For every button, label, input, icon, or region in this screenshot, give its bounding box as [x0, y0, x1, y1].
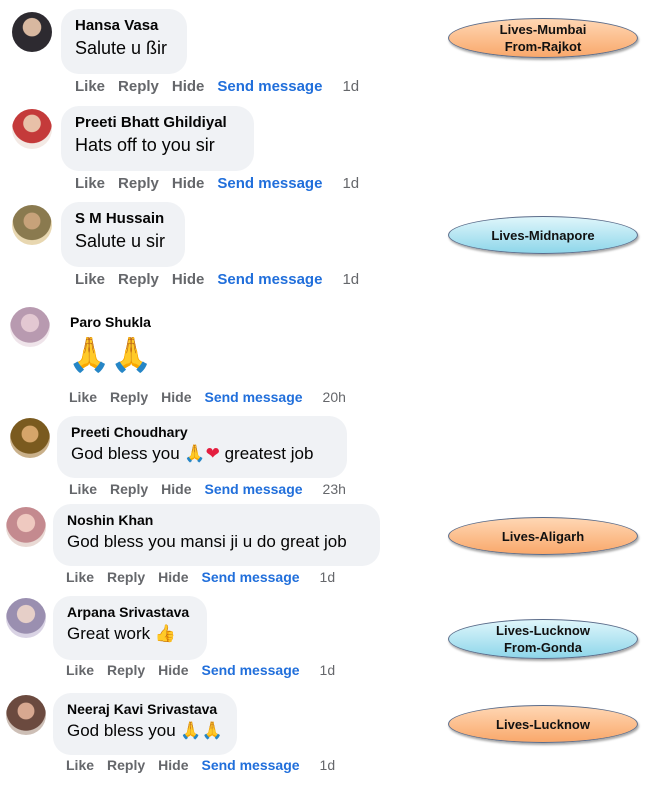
location-tag-line2: From-Rajkot: [504, 39, 582, 54]
avatar[interactable]: [12, 109, 52, 149]
hide-button[interactable]: Hide: [172, 78, 205, 95]
avatar[interactable]: [10, 307, 50, 347]
avatar[interactable]: [12, 12, 52, 52]
comment-author[interactable]: Arpana Srivastava: [67, 604, 193, 620]
comment-author[interactable]: Noshin Khan: [67, 512, 366, 528]
comment-text: God bless you 🙏❤ greatest job: [71, 444, 333, 464]
reply-button[interactable]: Reply: [118, 271, 159, 288]
location-tag-line1: Lives-Mumbai: [499, 22, 587, 37]
like-button[interactable]: Like: [75, 78, 105, 95]
comment-author[interactable]: Preeti Choudhary: [71, 424, 333, 440]
hide-button[interactable]: Hide: [161, 389, 191, 405]
thumbs-up-emoji: 👍: [154, 624, 177, 643]
comment-actions: Like Reply Hide Send message 1d: [66, 569, 335, 585]
timestamp[interactable]: 1d: [342, 78, 359, 95]
avatar[interactable]: [10, 418, 50, 458]
timestamp[interactable]: 1d: [320, 757, 336, 773]
hide-button[interactable]: Hide: [158, 569, 188, 585]
avatar[interactable]: [6, 695, 46, 735]
location-tag: Lives-Midnapore: [448, 216, 638, 254]
comment-author[interactable]: Preeti Bhatt Ghildiyal: [75, 114, 240, 131]
timestamp[interactable]: 20h: [323, 389, 346, 405]
location-tag: Lives-Lucknow: [448, 705, 638, 743]
send-message-button[interactable]: Send message: [201, 662, 299, 678]
like-button[interactable]: Like: [75, 175, 105, 192]
like-button[interactable]: Like: [66, 757, 94, 773]
timestamp[interactable]: 23h: [323, 481, 346, 497]
hide-button[interactable]: Hide: [158, 662, 188, 678]
heart-emoji: ❤: [205, 444, 220, 463]
comment-actions: Like Reply Hide Send message 1d: [75, 78, 359, 95]
like-button[interactable]: Like: [66, 569, 94, 585]
comment-actions: Like Reply Hide Send message 1d: [66, 662, 335, 678]
send-message-button[interactable]: Send message: [204, 481, 302, 497]
comment-bubble: Preeti Bhatt Ghildiyal Hats off to you s…: [61, 106, 254, 171]
comment-text-main: Great work: [67, 624, 151, 643]
timestamp[interactable]: 1d: [342, 175, 359, 192]
comment-text: God bless you mansi ji u do great job: [67, 532, 347, 551]
comment-text: Salute u ßir: [75, 38, 168, 58]
hide-button[interactable]: Hide: [161, 481, 191, 497]
location-tag-line1: Lives-Lucknow: [496, 716, 590, 732]
comment-bubble: Arpana Srivastava Great work 👍: [53, 596, 207, 660]
hide-button[interactable]: Hide: [172, 175, 205, 192]
comment-text: God bless you 🙏🙏: [67, 721, 223, 741]
location-tag-line1: Lives-Aligarh: [501, 528, 585, 544]
hide-button[interactable]: Hide: [158, 757, 188, 773]
send-message-button[interactable]: Send message: [201, 569, 299, 585]
like-button[interactable]: Like: [75, 271, 105, 288]
location-tag: Lives-Aligarh: [448, 517, 638, 555]
comment-author[interactable]: Hansa Vasa: [75, 17, 173, 34]
send-message-button[interactable]: Send message: [201, 757, 299, 773]
timestamp[interactable]: 1d: [320, 662, 336, 678]
timestamp[interactable]: 1d: [320, 569, 336, 585]
send-message-button[interactable]: Send message: [217, 175, 322, 192]
comment-bubble: Hansa Vasa Salute u ßir: [61, 9, 187, 74]
comment-text: Salute u sir: [75, 231, 166, 251]
avatar[interactable]: [12, 205, 52, 245]
location-tag-line1: Lives-Lucknow: [496, 623, 590, 638]
like-button[interactable]: Like: [66, 662, 94, 678]
comment-author[interactable]: S M Hussain: [75, 210, 171, 227]
comment-actions: Like Reply Hide Send message 1d: [66, 757, 335, 773]
comment-text-main: God bless you: [71, 444, 180, 463]
comment-bubble: Noshin Khan God bless you mansi ji u do …: [53, 504, 380, 566]
send-message-button[interactable]: Send message: [217, 78, 322, 95]
comment-bubble: Neeraj Kavi Srivastava God bless you 🙏🙏: [53, 693, 237, 755]
comment-text: Great work 👍: [67, 624, 193, 644]
pray-emoji: 🙏🙏: [180, 721, 223, 740]
reply-button[interactable]: Reply: [107, 569, 145, 585]
reply-button[interactable]: Reply: [110, 389, 148, 405]
comment-actions: Like Reply Hide Send message 20h: [69, 389, 346, 405]
comment-bubble: S M Hussain Salute u sir: [61, 202, 185, 267]
reply-button[interactable]: Reply: [107, 662, 145, 678]
reply-button[interactable]: Reply: [118, 175, 159, 192]
send-message-button[interactable]: Send message: [217, 271, 322, 288]
timestamp[interactable]: 1d: [342, 271, 359, 288]
comment-actions: Like Reply Hide Send message 23h: [69, 481, 346, 497]
like-button[interactable]: Like: [69, 481, 97, 497]
reply-button[interactable]: Reply: [118, 78, 159, 95]
comment-actions: Like Reply Hide Send message 1d: [75, 175, 359, 192]
comment-actions: Like Reply Hide Send message 1d: [75, 271, 359, 288]
hide-button[interactable]: Hide: [172, 271, 205, 288]
comment-text-suffix: greatest job: [224, 444, 314, 463]
comment-text: 🙏🙏: [68, 336, 153, 374]
comment-author[interactable]: Neeraj Kavi Srivastava: [67, 701, 223, 717]
avatar[interactable]: [6, 507, 46, 547]
comment-author[interactable]: Paro Shukla: [70, 314, 151, 330]
comment-bubble: Preeti Choudhary God bless you 🙏❤ greate…: [57, 416, 347, 478]
comment-text: Hats off to you sir: [75, 135, 215, 155]
like-button[interactable]: Like: [69, 389, 97, 405]
avatar[interactable]: [6, 598, 46, 638]
location-tag-line2: From-Gonda: [503, 640, 582, 655]
location-tag: Lives-Mumbai From-Rajkot: [448, 18, 638, 58]
comment-text-main: God bless you: [67, 721, 176, 740]
reply-button[interactable]: Reply: [110, 481, 148, 497]
send-message-button[interactable]: Send message: [204, 389, 302, 405]
location-tag: Lives-Lucknow From-Gonda: [448, 619, 638, 659]
pray-emoji: 🙏: [184, 444, 206, 463]
reply-button[interactable]: Reply: [107, 757, 145, 773]
location-tag-line1: Lives-Midnapore: [491, 227, 595, 243]
